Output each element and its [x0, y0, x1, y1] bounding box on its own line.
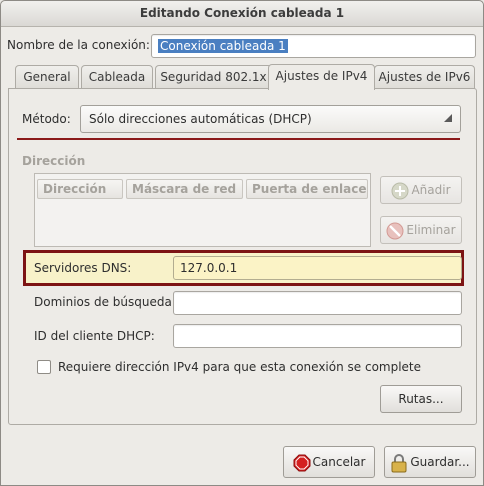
dhcp-client-id-input[interactable]: [173, 324, 462, 348]
method-underline: [17, 138, 460, 140]
tab-wired[interactable]: Cableada: [81, 65, 153, 89]
connection-name-input[interactable]: Conexión cableada 1: [151, 34, 476, 58]
tab-ipv6-settings[interactable]: Ajustes de IPv6: [374, 65, 475, 89]
column-header-netmask[interactable]: Máscara de red: [126, 179, 243, 199]
method-label: Método:: [22, 112, 71, 126]
require-ipv4-label[interactable]: Requiere dirección IPv4 para que esta co…: [58, 360, 421, 374]
address-table: Dirección Máscara de red Puerta de enlac…: [34, 173, 371, 247]
method-combobox[interactable]: Sólo direcciones automáticas (DHCP): [80, 105, 461, 133]
dns-servers-value: 127.0.0.1: [180, 261, 238, 275]
cancel-button[interactable]: Cancelar: [283, 446, 375, 478]
padlock-icon: [391, 453, 407, 472]
tab-general[interactable]: General: [15, 65, 79, 89]
search-domains-input[interactable]: [173, 291, 462, 315]
dns-servers-input[interactable]: 127.0.0.1: [173, 256, 462, 280]
require-ipv4-checkbox[interactable]: [37, 360, 51, 374]
connection-name-label: Nombre de la conexión:: [7, 38, 150, 52]
routes-button[interactable]: Rutas...: [380, 385, 462, 413]
address-section-title: Dirección: [22, 154, 86, 168]
triangle-down-icon: [444, 114, 452, 122]
save-label: Guardar...: [410, 455, 470, 469]
column-header-gateway[interactable]: Puerta de enlace: [246, 179, 368, 199]
cancel-label: Cancelar: [312, 455, 366, 469]
connection-name-value: Conexión cableada 1: [158, 39, 288, 53]
stop-sign-icon: [293, 454, 311, 471]
column-header-address[interactable]: Dirección: [37, 179, 123, 199]
tab-8021x-security[interactable]: Seguridad 802.1x: [155, 65, 272, 89]
window-title: Editando Conexión cableada 1: [1, 1, 483, 27]
dhcp-client-id-label: ID del cliente DHCP:: [34, 329, 155, 343]
delete-label: Eliminar: [406, 223, 456, 237]
plus-circle-icon: [391, 182, 409, 199]
delete-address-button[interactable]: Eliminar: [380, 216, 462, 244]
save-button[interactable]: Guardar...: [384, 446, 476, 478]
search-domains-label: Dominios de búsqueda:: [34, 295, 176, 309]
dns-servers-label: Servidores DNS:: [34, 261, 132, 275]
dialog-window: Editando Conexión cableada 1 Nombre de l…: [0, 0, 484, 486]
tab-ipv4-settings[interactable]: Ajustes de IPv4: [268, 64, 375, 90]
add-address-button[interactable]: Añadir: [380, 176, 462, 204]
method-value: Sólo direcciones automáticas (DHCP): [89, 112, 312, 126]
no-entry-icon: [386, 222, 404, 239]
add-label: Añadir: [411, 183, 451, 197]
